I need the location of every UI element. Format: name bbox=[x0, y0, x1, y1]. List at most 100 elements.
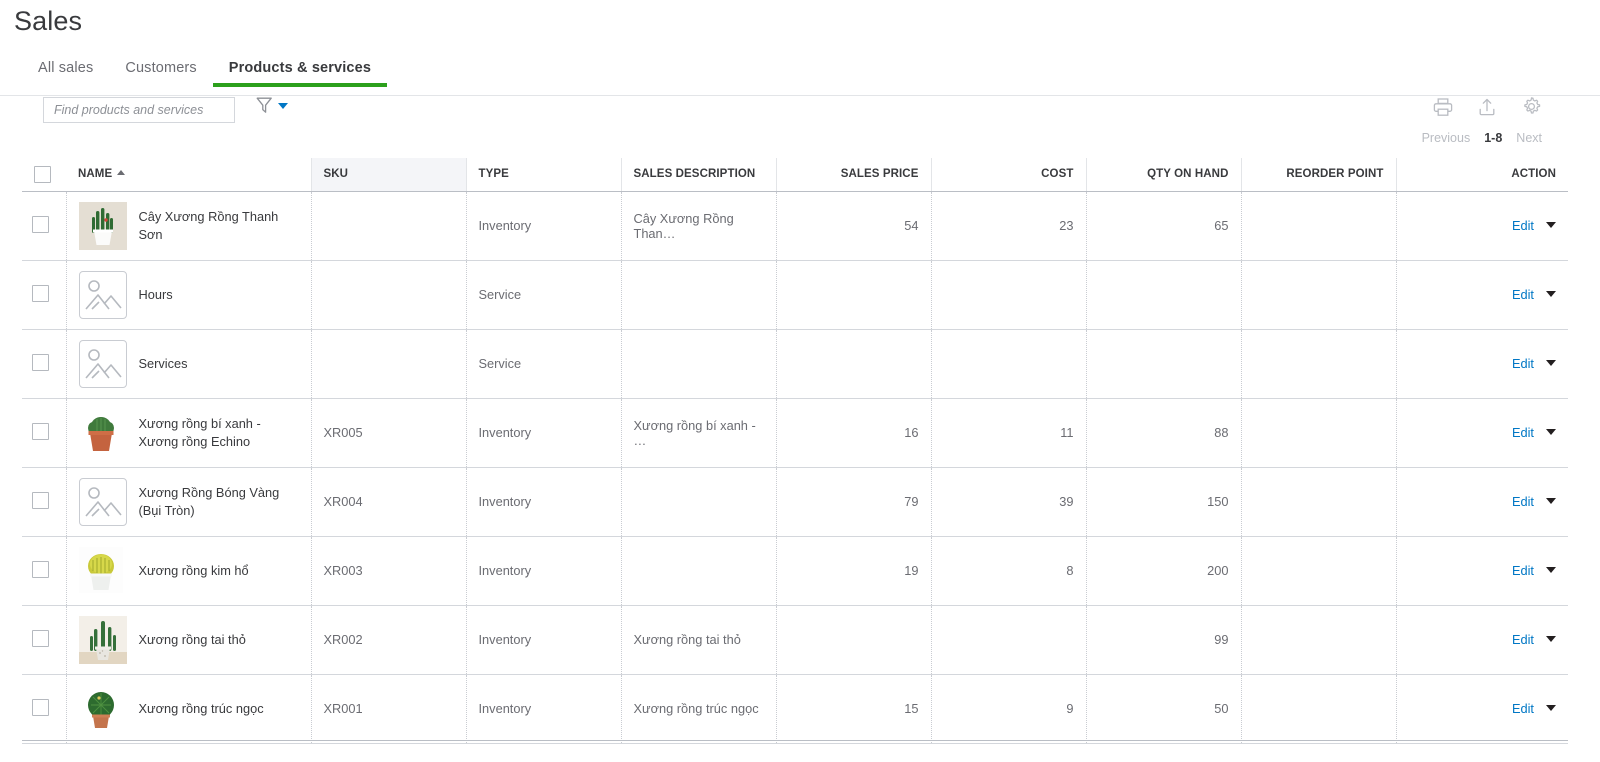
select-all-checkbox[interactable] bbox=[34, 165, 51, 183]
chevron-down-icon[interactable] bbox=[1546, 222, 1556, 228]
column-header-type-label: TYPE bbox=[478, 168, 509, 181]
tab-customers-label: Customers bbox=[125, 60, 197, 76]
product-name: Cây Xương Rồng Thanh Sơn bbox=[138, 209, 279, 242]
row-checkbox[interactable] bbox=[32, 491, 49, 509]
row-checkbox[interactable] bbox=[32, 215, 49, 233]
chevron-down-icon[interactable] bbox=[1546, 636, 1556, 642]
cell-type: Service bbox=[465, 329, 621, 399]
next-page-button[interactable]: Next bbox=[1516, 131, 1542, 145]
table-row[interactable]: Cây Xương Rồng Thanh Sơn Inventory Cây Xươ… bbox=[22, 191, 1568, 261]
row-select-cell bbox=[22, 674, 66, 744]
cell-action: Edit bbox=[1395, 329, 1568, 399]
product-photo bbox=[78, 684, 123, 731]
gear-icon[interactable] bbox=[1521, 96, 1542, 117]
product-thumbnail bbox=[78, 615, 127, 664]
table-row[interactable]: Xương rồng bí xanh - Xương rồng Echino XR… bbox=[22, 398, 1568, 468]
printer-icon[interactable] bbox=[1433, 97, 1453, 117]
cell-action: Edit bbox=[1395, 398, 1568, 468]
row-checkbox[interactable] bbox=[32, 422, 49, 440]
chevron-down-icon[interactable] bbox=[1546, 429, 1556, 435]
column-header-action-label: ACTION bbox=[1511, 168, 1556, 181]
cell-sku: XR001 bbox=[310, 674, 466, 744]
row-checkbox[interactable] bbox=[32, 284, 49, 302]
row-checkbox[interactable] bbox=[32, 629, 49, 647]
cell-sales-description: Xương rồng trúc ngọc bbox=[620, 674, 776, 744]
column-header-sales-description[interactable]: SALES DESCRIPTION bbox=[620, 158, 776, 192]
column-header-qty-on-hand[interactable]: QTY ON HAND bbox=[1085, 158, 1241, 192]
column-header-sku[interactable]: SKU bbox=[310, 158, 466, 192]
page-range-label: 1-8 bbox=[1484, 131, 1503, 145]
cell-name: Xương rồng tai thỏ bbox=[65, 605, 311, 675]
cell-name: Hours bbox=[65, 260, 311, 330]
page-title: Sales bbox=[14, 6, 83, 36]
cell-sku: XR004 bbox=[310, 467, 466, 537]
previous-page-button[interactable]: Previous bbox=[1422, 131, 1471, 145]
chevron-down-icon bbox=[278, 102, 288, 109]
column-header-type[interactable]: TYPE bbox=[465, 158, 621, 192]
product-name: Xương rồng tai thỏ bbox=[138, 631, 246, 647]
export-upload-icon[interactable] bbox=[1477, 97, 1497, 117]
cell-reorder-point bbox=[1240, 674, 1396, 744]
cell-sales-price bbox=[775, 605, 931, 675]
cell-reorder-point bbox=[1240, 467, 1396, 537]
edit-link[interactable]: Edit bbox=[1512, 218, 1534, 233]
select-all-cell bbox=[22, 158, 66, 192]
row-select-cell bbox=[22, 191, 66, 261]
image-placeholder-icon bbox=[84, 486, 122, 517]
chevron-down-icon[interactable] bbox=[1546, 498, 1556, 504]
column-header-reorder-point[interactable]: REORDER POINT bbox=[1240, 158, 1396, 192]
tab-all-sales[interactable]: All sales bbox=[22, 60, 109, 87]
edit-link[interactable]: Edit bbox=[1512, 356, 1534, 371]
product-thumbnail bbox=[78, 201, 127, 250]
column-header-action: ACTION bbox=[1395, 158, 1568, 192]
cell-sales-description: Xương rồng tai thỏ bbox=[620, 605, 776, 675]
chevron-down-icon[interactable] bbox=[1546, 291, 1556, 297]
table-row[interactable]: Xương rồng tai thỏ XR002 Inventory Xương rồ… bbox=[22, 605, 1568, 675]
tab-products-and-services[interactable]: Products & services bbox=[212, 60, 388, 87]
cell-qty-on-hand bbox=[1085, 329, 1241, 399]
row-select-cell bbox=[22, 398, 66, 468]
search-input[interactable] bbox=[52, 102, 226, 118]
table-row[interactable]: Hours Service Edit bbox=[22, 260, 1568, 330]
cell-name: Xương rồng bí xanh - Xương rồng Echino bbox=[65, 398, 311, 468]
product-thumbnail bbox=[78, 546, 127, 595]
chevron-down-icon[interactable] bbox=[1546, 705, 1556, 711]
table-row[interactable]: Xương Rồng Bóng Vàng (Bụi Tròn) XR004 Inve… bbox=[22, 467, 1568, 537]
edit-link[interactable]: Edit bbox=[1512, 563, 1534, 578]
cell-sales-description: Cây Xương Rồng Than… bbox=[620, 191, 776, 261]
cell-sales-description bbox=[620, 536, 776, 606]
search-box[interactable] bbox=[43, 97, 235, 123]
edit-link[interactable]: Edit bbox=[1512, 287, 1534, 302]
table-row[interactable]: Xương rồng kim hổ XR003 Inventory 19 8 200 Edi… bbox=[22, 536, 1568, 606]
cell-type: Inventory bbox=[465, 467, 621, 537]
filter-button[interactable] bbox=[255, 96, 288, 115]
cell-qty-on-hand: 88 bbox=[1085, 398, 1241, 468]
cell-reorder-point bbox=[1240, 260, 1396, 330]
cell-type: Inventory bbox=[465, 536, 621, 606]
row-checkbox[interactable] bbox=[32, 698, 49, 716]
cell-sales-description: Xương rồng bí xanh - … bbox=[620, 398, 776, 468]
table-row[interactable]: Xương rồng trúc ngọc XR001 Inventory Xương … bbox=[22, 674, 1568, 744]
cell-reorder-point bbox=[1240, 536, 1396, 606]
cell-sku: XR002 bbox=[310, 605, 466, 675]
cell-qty-on-hand bbox=[1085, 260, 1241, 330]
edit-link[interactable]: Edit bbox=[1512, 494, 1534, 509]
chevron-down-icon[interactable] bbox=[1546, 567, 1556, 573]
edit-link[interactable]: Edit bbox=[1512, 701, 1534, 716]
table-row[interactable]: Services Service Edit bbox=[22, 329, 1568, 399]
column-header-sales-price[interactable]: SALES PRICE bbox=[775, 158, 931, 192]
cell-type: Inventory bbox=[465, 674, 621, 744]
cell-cost bbox=[930, 329, 1086, 399]
product-thumbnail bbox=[78, 339, 127, 388]
column-header-name[interactable]: NAME bbox=[66, 158, 311, 192]
table-header-row: NAME SKU TYPE SALES DESCRIPTION SALES PR… bbox=[22, 158, 1568, 192]
edit-link[interactable]: Edit bbox=[1512, 425, 1534, 440]
row-checkbox[interactable] bbox=[32, 560, 49, 578]
product-name: Xương rồng kim hổ bbox=[138, 562, 249, 578]
row-checkbox[interactable] bbox=[32, 353, 49, 371]
edit-link[interactable]: Edit bbox=[1512, 632, 1534, 647]
cell-sales-price: 19 bbox=[775, 536, 931, 606]
column-header-cost[interactable]: COST bbox=[930, 158, 1086, 192]
chevron-down-icon[interactable] bbox=[1546, 360, 1556, 366]
tab-customers[interactable]: Customers bbox=[109, 60, 212, 87]
